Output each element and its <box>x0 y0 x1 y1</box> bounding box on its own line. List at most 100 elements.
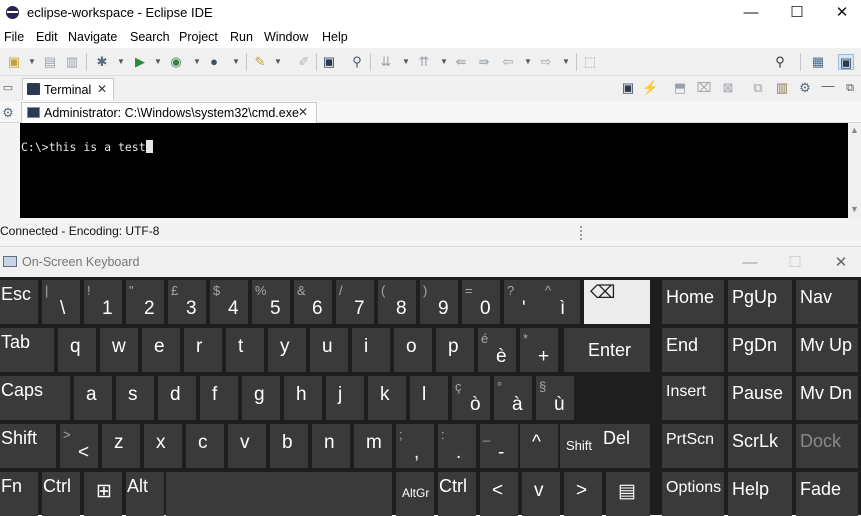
key-xe0[interactable]: à ° <box>494 376 532 420</box>
menu-run[interactable]: Run <box>230 30 253 44</box>
console-side-icon[interactable]: ⚙ <box>0 105 16 121</box>
key-x[interactable]: x <box>144 424 182 468</box>
key-Shift[interactable]: Shift <box>0 424 56 468</box>
open-perspective-icon[interactable]: ▦ <box>810 54 826 70</box>
key-g[interactable]: g <box>242 376 280 420</box>
run-dropdown-icon[interactable]: ▼ <box>150 54 166 70</box>
coverage-dropdown-icon[interactable]: ▼ <box>189 54 205 70</box>
scroll-down-icon[interactable]: ▼ <box>850 204 859 214</box>
key-x2d[interactable]: - _ <box>480 424 518 468</box>
perspective-icon[interactable]: ▣ <box>838 54 854 70</box>
open-type-dropdown-icon[interactable]: ▼ <box>270 54 286 70</box>
key-nav[interactable]: Nav <box>796 280 858 324</box>
prev-annotation-dropdown-icon[interactable]: ▼ <box>436 54 452 70</box>
key-options[interactable]: Options <box>662 472 724 516</box>
annotation-icon[interactable]: ✐ <box>296 54 312 70</box>
key-t[interactable]: t <box>226 328 264 372</box>
key-x2e[interactable]: .: <box>438 424 476 468</box>
key-1[interactable]: 1! <box>84 280 122 324</box>
run-icon[interactable]: ▶ <box>132 54 148 70</box>
open-type-icon[interactable]: ✎ <box>252 54 268 70</box>
debug-dropdown-icon[interactable]: ▼ <box>113 54 129 70</box>
key-e[interactable]: e <box>142 328 180 372</box>
key-x25a4[interactable]: ▤ <box>606 472 650 516</box>
next-annotation-icon[interactable]: ⇊ <box>378 54 394 70</box>
key-xec[interactable]: ì ^ <box>542 280 580 324</box>
key-6[interactable]: 6 & <box>294 280 332 324</box>
key-scrlk[interactable]: ScrLk <box>728 424 792 468</box>
key-Ctrl[interactable]: Ctrl <box>42 472 80 516</box>
key-home[interactable]: Home <box>662 280 724 324</box>
terminal-console[interactable]: C:\>this is a test <box>20 123 848 218</box>
key-d[interactable]: d <box>158 376 196 420</box>
menu-edit[interactable]: Edit <box>36 30 58 44</box>
search-icon[interactable]: ⚲ <box>772 54 788 70</box>
clear-console-icon[interactable]: ⌧ <box>696 80 712 96</box>
osk-maximize-button[interactable]: ☐ <box>772 250 818 276</box>
menu-help[interactable]: Help <box>322 30 348 44</box>
key-h[interactable]: h <box>284 376 322 420</box>
key-x232b[interactable]: ⌫ <box>584 280 650 324</box>
key-Caps[interactable]: Caps <box>0 376 70 420</box>
menu-file[interactable]: File <box>4 30 24 44</box>
scroll-up-icon[interactable]: ▲ <box>850 125 859 135</box>
key-2[interactable]: 2 " <box>126 280 164 324</box>
key-prtscn[interactable]: PrtScn <box>662 424 724 468</box>
close-icon[interactable]: ✕ <box>298 105 308 119</box>
key-y[interactable]: y <box>268 328 306 372</box>
key-a[interactable]: a <box>74 376 112 420</box>
save-all-icon[interactable]: ▥ <box>64 54 80 70</box>
copy-icon[interactable]: ⧉ <box>750 80 766 96</box>
key-fade[interactable]: Fade <box>796 472 858 516</box>
key-k[interactable]: k <box>368 376 406 420</box>
minimize-icon[interactable]: — <box>820 78 836 94</box>
key-m[interactable]: m <box>354 424 392 468</box>
key-r[interactable]: r <box>184 328 222 372</box>
key-c[interactable]: c <box>186 424 224 468</box>
menu-search[interactable]: Search <box>130 30 170 44</box>
key-5[interactable]: 5% <box>252 280 290 324</box>
restore-icon[interactable]: ⧉ <box>842 80 858 96</box>
next-annotation-dropdown-icon[interactable]: ▼ <box>398 54 414 70</box>
key-Del[interactable]: Del <box>602 424 650 468</box>
key-i[interactable]: i <box>352 328 390 372</box>
key-pgup[interactable]: PgUp <box>728 280 792 324</box>
osk-close-button[interactable]: ✕ <box>818 250 861 276</box>
console-scrollbar[interactable]: ▲ ▼ <box>848 123 861 218</box>
key-x5c[interactable]: \ | <box>42 280 80 324</box>
terminal-icon[interactable]: ▣ <box>321 54 337 70</box>
minimize-view-icon[interactable]: ▭ <box>0 80 16 96</box>
key-end[interactable]: End <box>662 328 724 372</box>
key-Tab[interactable]: Tab <box>0 328 54 372</box>
close-icon[interactable]: ✕ <box>97 82 107 96</box>
last-edit-icon[interactable]: ⇚ <box>453 54 469 70</box>
key-0[interactable]: 0 = <box>462 280 500 324</box>
key-n[interactable]: n <box>312 424 350 468</box>
key-Esc[interactable]: Esc <box>0 280 38 324</box>
key-xf9[interactable]: ù § <box>536 376 574 420</box>
paste-icon[interactable]: ▥ <box>774 80 790 96</box>
key-dock[interactable]: Dock <box>796 424 858 468</box>
osk-minimize-button[interactable]: — <box>727 250 773 276</box>
key-x2c[interactable]: ,; <box>396 424 434 468</box>
key-x3c[interactable]: < > <box>60 424 98 468</box>
key-4[interactable]: 4 $ <box>210 280 248 324</box>
tab-terminal[interactable]: Terminal ✕ <box>22 78 114 100</box>
key-insert[interactable]: Insert <box>662 376 724 420</box>
new-dropdown-icon[interactable]: ▼ <box>24 54 40 70</box>
key-p[interactable]: p <box>436 328 474 372</box>
coverage-icon[interactable]: ◉ <box>168 54 184 70</box>
forward-edit-icon[interactable]: ⇛ <box>476 54 492 70</box>
key-Ctrl[interactable]: Ctrl <box>438 472 476 516</box>
settings-icon[interactable]: ⚙ <box>797 80 813 96</box>
search-toolbar-icon[interactable]: ⚲ <box>349 54 365 70</box>
forward-icon[interactable]: ⇨ <box>538 54 554 70</box>
minimize-button[interactable]: — <box>728 0 774 26</box>
key-3[interactable]: 3 £ <box>168 280 206 324</box>
key-v[interactable]: v <box>228 424 266 468</box>
key-9[interactable]: 9) <box>420 280 458 324</box>
key-z[interactable]: z <box>102 424 140 468</box>
key-j[interactable]: j <box>326 376 364 420</box>
key-l[interactable]: l <box>410 376 448 420</box>
key-Fn[interactable]: Fn <box>0 472 38 516</box>
